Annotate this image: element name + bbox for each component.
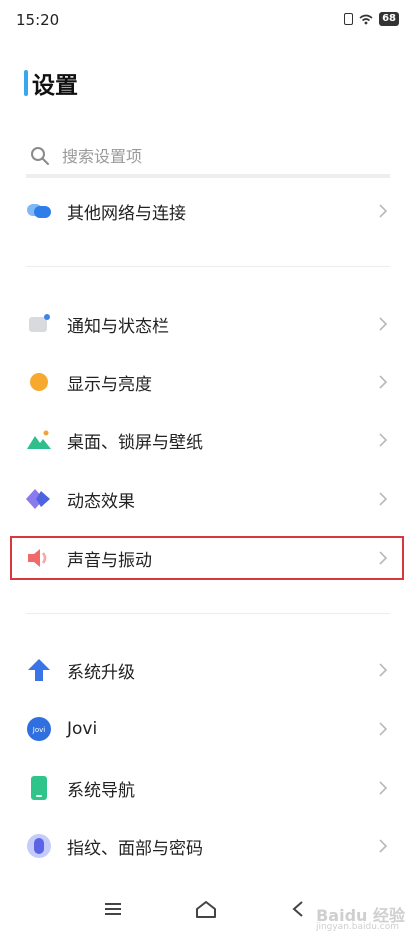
jovi-icon: Jovi <box>26 716 52 742</box>
settings-item-label: 其他网络与连接 <box>67 203 186 224</box>
fingerprint-icon <box>26 833 52 859</box>
phone-icon <box>26 775 52 801</box>
chevron-right-icon <box>379 663 388 677</box>
chevron-right-icon <box>379 839 388 853</box>
network-icon <box>26 198 52 224</box>
menu-button[interactable] <box>98 896 128 922</box>
status-icons: 68 <box>344 12 399 26</box>
chevron-right-icon <box>379 722 388 736</box>
brightness-icon <box>26 369 52 395</box>
search-bar[interactable] <box>26 138 390 178</box>
settings-item-wallpaper[interactable]: 桌面、锁屏与壁纸 <box>26 418 390 462</box>
settings-item-network[interactable]: 其他网络与连接 <box>26 189 390 233</box>
back-icon <box>292 901 303 917</box>
settings-item-label: 通知与状态栏 <box>67 316 169 337</box>
settings-item-system-update[interactable]: 系统升级 <box>26 648 390 692</box>
back-button[interactable] <box>284 896 314 922</box>
settings-item-label: 桌面、锁屏与壁纸 <box>67 432 203 453</box>
chevron-right-icon <box>379 781 388 795</box>
wifi-icon <box>359 14 373 24</box>
settings-item-jovi[interactable]: Jovi Jovi <box>26 707 390 751</box>
settings-item-fingerprint[interactable]: 指纹、面部与密码 <box>26 824 390 868</box>
svg-text:Jovi: Jovi <box>32 726 45 734</box>
settings-item-animation[interactable]: 动态效果 <box>26 477 390 521</box>
settings-item-display[interactable]: 显示与亮度 <box>26 360 390 404</box>
home-button[interactable] <box>191 896 221 922</box>
settings-item-system-navigation[interactable]: 系统导航 <box>26 766 390 810</box>
settings-item-label: Jovi <box>67 719 98 739</box>
upgrade-arrow-icon <box>26 657 52 683</box>
sim-card-icon <box>344 13 354 25</box>
chevron-right-icon <box>379 433 388 447</box>
home-icon <box>196 901 216 918</box>
status-time: 15:20 <box>16 11 60 29</box>
page-title: 设置 <box>32 73 78 99</box>
wallpaper-icon <box>26 427 52 453</box>
chevron-right-icon <box>379 492 388 506</box>
animation-icon <box>26 486 52 512</box>
settings-item-label: 显示与亮度 <box>67 374 152 395</box>
watermark-url: jingyan.baidu.com <box>315 922 399 932</box>
notification-icon <box>26 311 52 337</box>
divider <box>26 613 390 614</box>
settings-item-label: 指纹、面部与密码 <box>67 838 203 859</box>
battery-icon: 68 <box>379 12 399 26</box>
chevron-right-icon <box>379 204 388 218</box>
settings-item-notifications[interactable]: 通知与状态栏 <box>26 302 390 346</box>
settings-item-label: 系统导航 <box>67 780 135 801</box>
settings-item-label: 系统升级 <box>67 662 135 683</box>
menu-icon <box>105 903 121 915</box>
chevron-right-icon <box>379 317 388 331</box>
settings-item-label: 动态效果 <box>67 491 135 512</box>
highlight-box <box>10 536 404 580</box>
status-bar: 15:20 68 <box>0 0 413 40</box>
page-header: 设置 <box>24 66 78 100</box>
search-input[interactable] <box>60 145 344 167</box>
divider <box>26 266 390 267</box>
search-icon <box>31 147 49 165</box>
title-accent-bar <box>24 70 28 96</box>
chevron-right-icon <box>379 375 388 389</box>
